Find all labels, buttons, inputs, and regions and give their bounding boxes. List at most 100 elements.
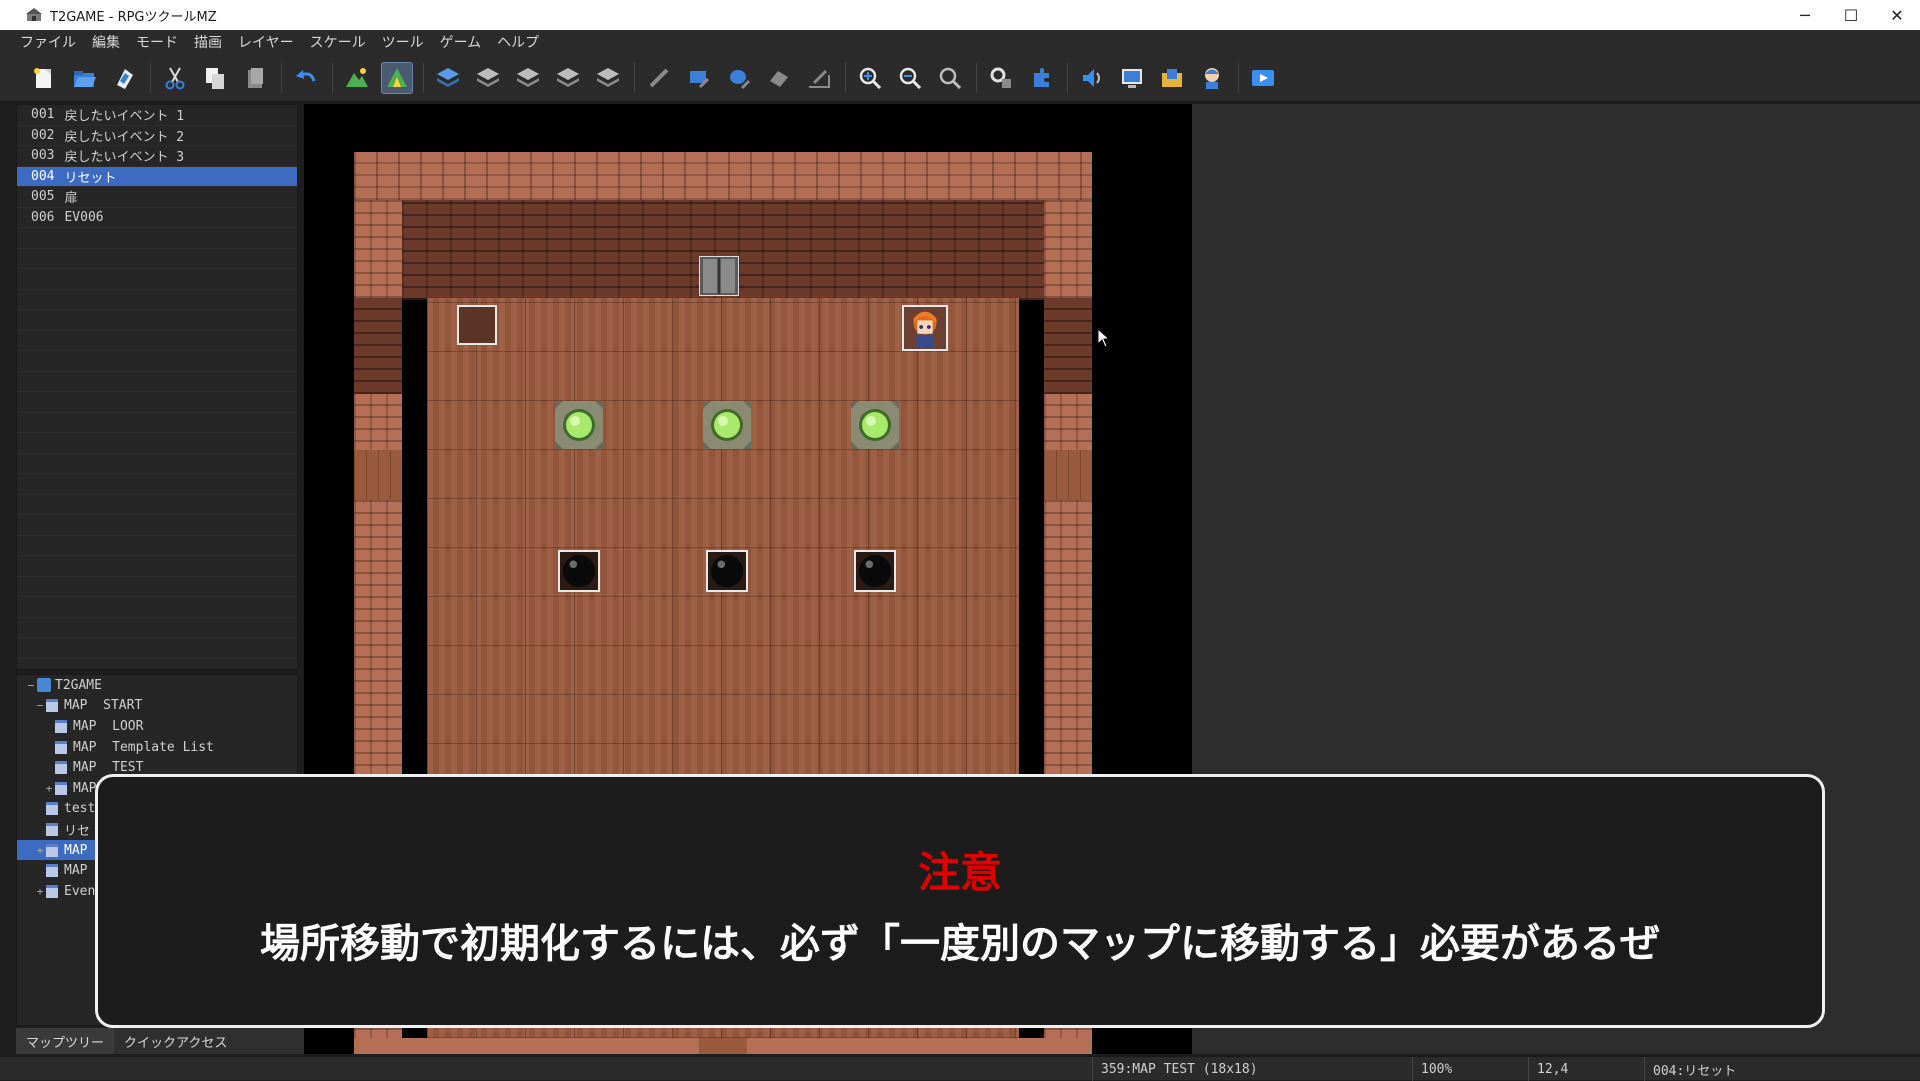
black-orb-event-1[interactable] [558,550,600,592]
new-project-icon[interactable] [28,62,60,94]
tree-toggle-icon[interactable]: − [25,679,37,692]
event-list-empty-row[interactable] [17,228,297,249]
event-list-empty-row[interactable] [17,618,297,638]
map-tree-item[interactable]: − MAP START [17,696,297,717]
ellipse-icon[interactable] [723,62,755,94]
left-panel-tabs: マップツリー クイックアクセス [16,1028,304,1054]
caption-heading: 注意 [917,848,1002,897]
layer-auto-icon[interactable] [592,62,624,94]
event-list-empty-row[interactable] [17,515,297,536]
event-list-empty-row[interactable] [17,269,297,290]
undo-icon[interactable] [290,62,322,94]
copy-icon[interactable] [199,62,231,94]
menu-edit[interactable]: 編集 [92,32,120,52]
plugin-manager-icon[interactable] [1025,62,1057,94]
database-icon[interactable] [985,62,1017,94]
toolbar-separator [1067,62,1068,93]
cut-icon[interactable] [159,62,191,94]
event-list-item[interactable]: 006 EV006 [17,208,297,228]
event-list-item[interactable]: 005 扉 [17,187,297,208]
event-list-item-selected[interactable]: 004 リセット [17,166,297,187]
event-list-empty-row[interactable] [17,372,297,392]
zoom-out-icon[interactable] [894,62,926,94]
door-event[interactable] [698,255,740,297]
event-list-empty-row[interactable] [17,392,297,413]
event-list-empty-row[interactable] [17,249,297,269]
character-event[interactable] [902,305,948,351]
minimize-button[interactable]: ─ [1782,0,1828,30]
event-list-empty-row[interactable] [17,474,297,495]
playtest-icon[interactable] [1247,62,1279,94]
caption-overlay: 注意 場所移動で初期化するには、必ず「一度別のマップに移動する」必要があるぜ [95,774,1825,1028]
map-tree-project[interactable]: − T2GAME [17,675,297,696]
fill-icon[interactable] [763,62,795,94]
open-project-icon[interactable] [68,62,100,94]
tree-toggle-icon[interactable]: + [43,782,55,795]
tab-quick-access[interactable]: クイックアクセス [114,1028,237,1054]
sound-test-icon[interactable] [1076,62,1108,94]
green-switch-2[interactable] [703,401,751,449]
map-icon [46,822,58,836]
black-orb-event-3[interactable] [854,550,896,592]
menu-scale[interactable]: スケール [310,32,366,52]
toolbar-separator [332,62,333,93]
event-list-empty-row[interactable] [17,454,297,474]
tree-toggle-icon[interactable]: − [34,699,46,712]
black-orb-event-2[interactable] [706,550,748,592]
menu-mode[interactable]: モード [136,32,178,52]
tree-toggle-icon[interactable]: + [34,885,46,898]
event-list-item[interactable]: 003 戻したいイベント 3 [17,146,297,167]
event-list-empty-row[interactable] [17,638,297,659]
zoom-in-icon[interactable] [854,62,886,94]
zoom-actual-icon[interactable] [934,62,966,94]
event-mode-icon[interactable] [381,61,413,94]
event-list-empty-row[interactable] [17,290,297,310]
event-list-empty-row[interactable] [17,331,297,351]
event-searcher-icon[interactable] [1116,62,1148,94]
event-list-empty-row[interactable] [17,536,297,556]
event-list-empty-row[interactable] [17,433,297,454]
event-list-empty-row[interactable] [17,413,297,433]
character-generator-icon[interactable] [1196,62,1228,94]
menu-game[interactable]: ゲーム [440,32,482,52]
map-icon [46,802,58,816]
save-project-icon[interactable] [108,62,140,94]
menu-help[interactable]: ヘルプ [497,32,539,52]
close-button[interactable]: ✕ [1874,0,1920,30]
green-switch-3[interactable] [851,401,899,449]
event-list-panel: 001 戻したいイベント 1 002 戻したいイベント 2 003 戻したいイベント … [16,104,298,670]
shadow-pen-icon[interactable] [803,62,835,94]
tab-map-tree[interactable]: マップツリー [16,1028,115,1054]
event-list-item[interactable]: 001 戻したいイベント 1 [17,105,297,126]
resource-manager-icon[interactable] [1156,62,1188,94]
layer-2-icon[interactable] [472,62,504,94]
reset-event[interactable] [457,305,497,345]
layer-3-icon[interactable] [512,62,544,94]
tree-toggle-icon[interactable]: + [34,844,46,857]
status-zoom: 100% [1412,1057,1528,1081]
map-icon [46,699,58,713]
maximize-button[interactable]: ☐ [1828,0,1874,30]
green-switch-1[interactable] [555,401,603,449]
delete-icon[interactable] [239,62,271,94]
layer-1-icon[interactable] [432,62,464,94]
event-list-empty-row[interactable] [17,351,297,372]
map-tree-item[interactable]: MAP LOOR [17,716,297,737]
menu-file[interactable]: ファイル [20,32,76,52]
rectangle-icon[interactable] [683,62,715,94]
layer-4-icon[interactable] [552,62,584,94]
event-list-empty-row[interactable] [17,495,297,515]
map-tree-item[interactable]: MAP Template List [17,737,297,758]
event-list-empty-row[interactable] [17,597,297,618]
event-list-item[interactable]: 002 戻したいイベント 2 [17,126,297,146]
menu-layer[interactable]: レイヤー [238,32,294,52]
pencil-icon[interactable] [643,62,675,94]
menu-tools[interactable]: ツール [382,32,424,52]
map-tree-label: test [64,801,96,817]
event-list-empty-row[interactable] [17,310,297,331]
menu-draw[interactable]: 描画 [194,32,222,52]
event-list-empty-row[interactable] [17,577,297,597]
event-list-empty-row[interactable] [17,556,297,577]
status-coords: 12,4 [1528,1057,1644,1081]
map-mode-icon[interactable] [341,62,373,94]
